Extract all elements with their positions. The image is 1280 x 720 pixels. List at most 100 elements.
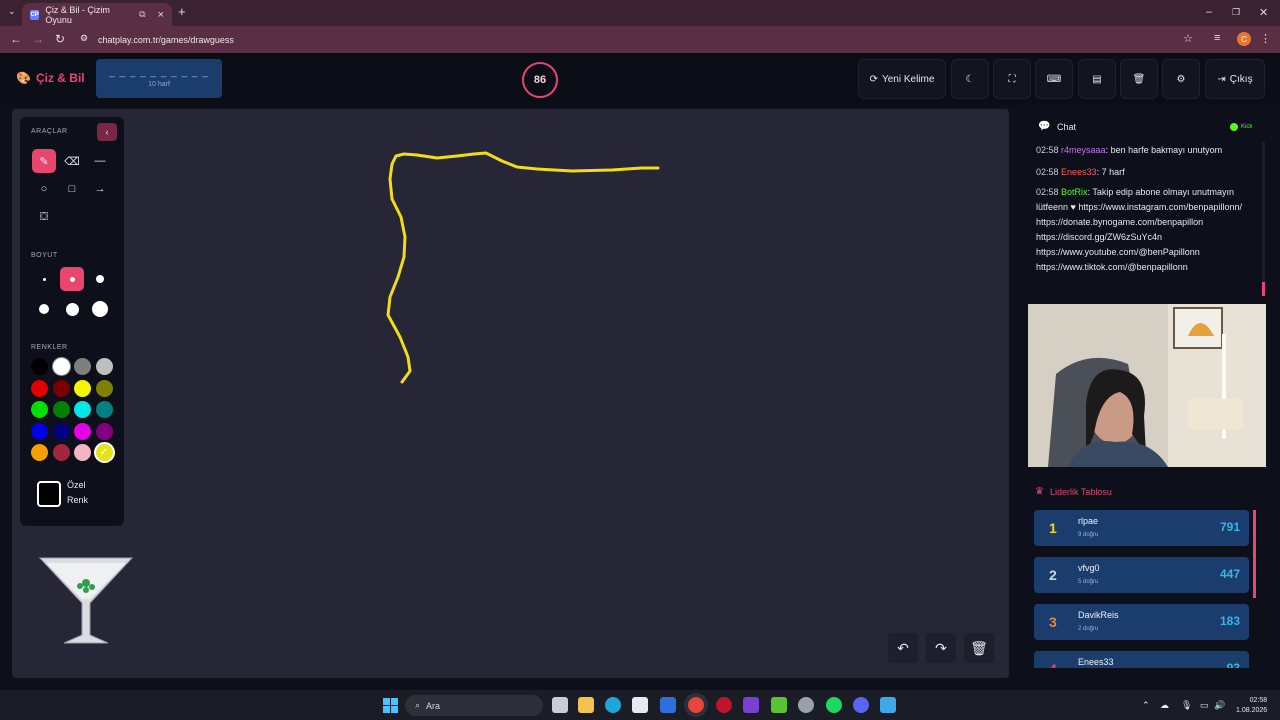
delete-button[interactable]: 🗑 [1120, 59, 1158, 99]
line-tool[interactable]: — [88, 149, 112, 173]
color-swatch[interactable] [74, 358, 91, 375]
settings-button[interactable]: ⚙ [1162, 59, 1200, 99]
size-1[interactable] [32, 267, 56, 291]
color-swatch[interactable] [31, 401, 48, 418]
mail-icon[interactable] [660, 697, 676, 713]
fill-tool[interactable]: ⛋ [32, 205, 56, 229]
eraser-tool[interactable]: ⌫ [60, 149, 84, 173]
message-user[interactable]: BotRix [1061, 187, 1088, 197]
color-swatch[interactable] [31, 422, 48, 440]
color-swatch[interactable] [74, 401, 91, 418]
search-icon: ⌕ [415, 700, 421, 710]
arrow-tool[interactable]: → [88, 177, 112, 201]
network-icon[interactable]: ▭ [1200, 700, 1209, 711]
store-icon[interactable] [632, 697, 648, 713]
color-swatch[interactable] [52, 379, 70, 397]
minimize-icon[interactable]: – [1206, 6, 1212, 18]
size-3[interactable] [88, 267, 112, 291]
archive-button[interactable]: ▤ [1078, 59, 1116, 99]
new-tab-icon[interactable]: + [178, 4, 186, 19]
onedrive-icon[interactable]: ☁ [1160, 700, 1169, 711]
rectangle-tool[interactable]: □ [60, 177, 84, 201]
redo-button[interactable]: ↷ [926, 633, 956, 663]
profile-avatar[interactable]: C [1237, 32, 1251, 46]
leaderboard-name: Enees33 [1078, 657, 1114, 667]
forward-icon[interactable]: → [32, 32, 44, 46]
color-swatch[interactable] [74, 422, 91, 440]
new-word-button[interactable]: ⟳ Yeni Kelime [858, 59, 946, 99]
leaderboard-row: 2 vfvg0 5 doğru 447 [1034, 557, 1249, 593]
color-swatch[interactable] [95, 422, 113, 440]
url-field[interactable]: ⚙ chatplay.com.tr/games/drawguess [80, 30, 1200, 49]
taskbar-clock[interactable]: 02:58 1.08.2026 [1236, 696, 1267, 716]
message-user[interactable]: Enees33 [1061, 167, 1097, 177]
task-view-icon[interactable] [552, 697, 568, 713]
color-swatch[interactable] [31, 358, 48, 375]
maximize-icon[interactable]: ❐ [1232, 7, 1240, 18]
size-5[interactable] [60, 297, 84, 321]
color-swatch[interactable]: ✓ [95, 444, 113, 461]
chrome-icon[interactable] [688, 697, 704, 713]
editor-app-icon[interactable] [880, 697, 896, 713]
color-swatch[interactable] [74, 379, 91, 397]
message-text: : 7 harf [1096, 167, 1125, 177]
keyboard-button[interactable]: ⌨ [1035, 59, 1073, 99]
leaderboard-correct-count: 9 doğru [1078, 532, 1099, 538]
size-2[interactable] [60, 267, 84, 291]
menu-icon[interactable]: ⋮ [1260, 32, 1271, 45]
edge-icon[interactable] [605, 697, 621, 713]
taskbar-search[interactable]: ⌕ Ara [405, 695, 543, 716]
circle-tool[interactable]: ○ [32, 177, 56, 201]
opera-icon[interactable] [716, 697, 732, 713]
obs-icon[interactable] [798, 697, 814, 713]
color-swatch[interactable] [95, 401, 113, 418]
size-4[interactable] [32, 297, 56, 321]
leaderboard-panel: ♛ Liderlik Tablosu 1 rlpae 9 doğru 791 2 vfvg… [1028, 478, 1266, 668]
mic-icon[interactable]: 🎙 [1181, 700, 1192, 711]
undo-button[interactable]: ↶ [888, 633, 918, 663]
tray-chevron-icon[interactable]: ⌃ [1142, 700, 1150, 711]
tab-search-icon[interactable]: ⧉ [139, 9, 145, 20]
fullscreen-button[interactable]: ⛶ [993, 59, 1031, 99]
color-swatch[interactable] [52, 358, 70, 375]
clapper-icon[interactable] [743, 697, 759, 713]
color-swatch[interactable] [95, 358, 113, 375]
reload-icon[interactable]: ↻ [55, 32, 65, 46]
tab-list-icon[interactable]: ⌄ [8, 6, 16, 17]
color-swatch[interactable] [52, 422, 70, 440]
color-swatch[interactable] [74, 444, 91, 461]
color-swatch[interactable] [52, 401, 70, 418]
windows-start-icon[interactable] [383, 698, 398, 713]
logout-icon: ⇥ [1217, 73, 1226, 85]
leaderboard-scrollbar[interactable] [1253, 510, 1256, 598]
color-swatch[interactable] [52, 444, 70, 461]
clear-canvas-button[interactable]: 🗑 [964, 633, 994, 663]
chat-scrollbar[interactable] [1262, 142, 1265, 296]
back-icon[interactable]: ← [10, 32, 22, 46]
color-swatch[interactable] [31, 444, 48, 461]
pencil-tool[interactable]: ✎ [32, 149, 56, 173]
volume-icon[interactable]: 🔊 [1214, 700, 1225, 711]
spotify-icon[interactable] [826, 697, 842, 713]
tool-panel: ARAÇLAR ‹ ✎ ⌫ — ○ □ → ⛋ BOYUT RENKLER ✓ … [20, 117, 124, 526]
site-info-icon[interactable]: ⚙ [80, 33, 88, 44]
app-logo[interactable]: 🎨 Çiz & Bil [16, 71, 85, 85]
bookmark-star-icon[interactable]: ☆ [1183, 32, 1193, 45]
size-6[interactable] [88, 297, 112, 321]
play-app-icon[interactable] [771, 697, 787, 713]
square-icon: □ [68, 183, 76, 195]
message-user[interactable]: r4meysaaa [1061, 145, 1106, 155]
exit-button[interactable]: ⇥ Çıkış [1205, 59, 1265, 99]
tab-active[interactable]: CP Çiz & Bil - Çizim Oyunu ⧉ × [22, 3, 172, 26]
discord-icon[interactable] [853, 697, 869, 713]
drawing-canvas[interactable] [12, 109, 1009, 678]
custom-color-button[interactable] [37, 481, 61, 507]
file-explorer-icon[interactable] [578, 697, 594, 713]
close-window-icon[interactable]: ✕ [1259, 6, 1268, 19]
collapse-panel-button[interactable]: ‹ [97, 123, 117, 141]
close-tab-icon[interactable]: × [158, 9, 164, 21]
color-swatch[interactable] [95, 379, 113, 397]
color-swatch[interactable] [31, 379, 48, 397]
dark-mode-button[interactable]: ☾ [951, 59, 989, 99]
media-icon[interactable]: ≡ [1214, 32, 1220, 44]
